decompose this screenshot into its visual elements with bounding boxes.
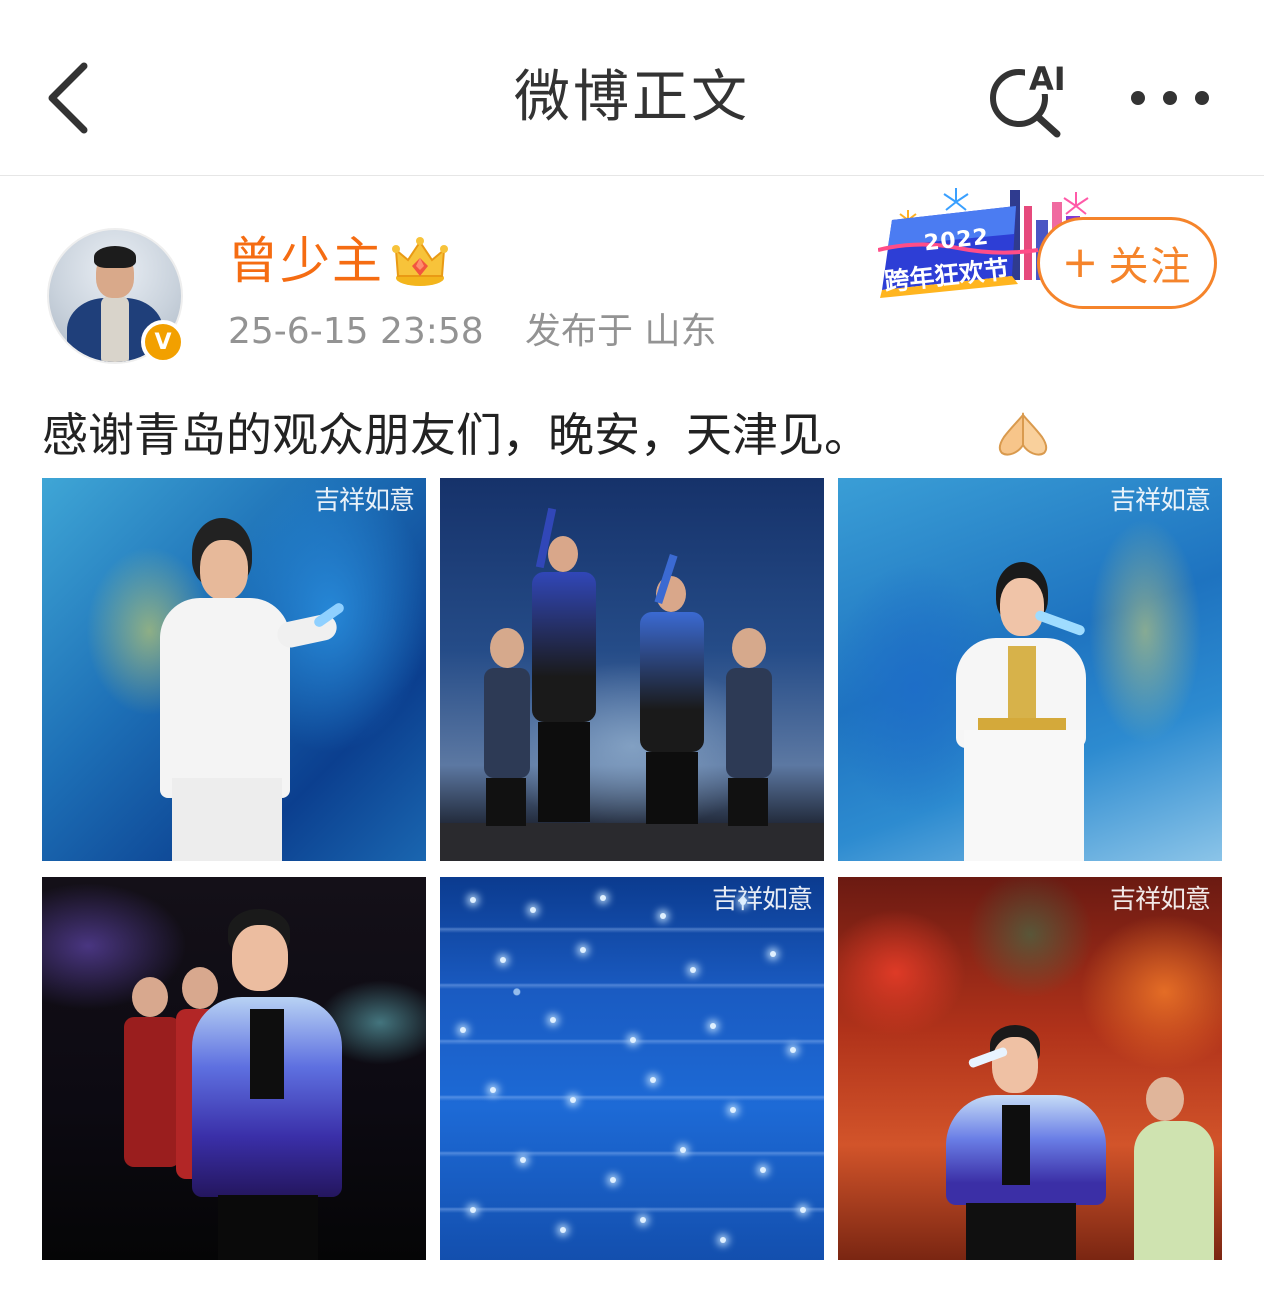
post-image-6[interactable]: 吉祥如意 <box>838 877 1222 1260</box>
post-image-4[interactable] <box>42 877 426 1260</box>
photo-watermark: 吉祥如意 <box>1109 486 1211 516</box>
post-location: 发布于 山东 <box>525 311 717 352</box>
post-image-1[interactable]: 吉祥如意 <box>42 478 426 861</box>
pray-hands-icon <box>998 412 1048 456</box>
post-image-5[interactable]: 吉祥如意 <box>440 877 824 1260</box>
verified-badge-icon: V <box>141 320 185 364</box>
lightstick-crowd <box>440 877 824 1260</box>
vip-crown-icon <box>392 237 448 286</box>
photo-watermark: 吉祥如意 <box>1109 885 1211 915</box>
post-image-2[interactable] <box>440 478 824 861</box>
ai-search-button[interactable]: AI <box>985 58 1075 138</box>
post-image-3[interactable]: 吉祥如意 <box>838 478 1222 861</box>
photo-watermark: 吉祥如意 <box>313 486 415 516</box>
follow-button[interactable]: + 关注 <box>1037 217 1217 309</box>
more-options-button[interactable] <box>1125 80 1215 116</box>
author-name[interactable]: 曾少主 <box>228 230 384 292</box>
follow-label: 关注 <box>1108 244 1193 290</box>
ai-search-icon: AI <box>990 60 1073 138</box>
top-nav-bar: 微博正文 AI <box>0 0 1264 176</box>
more-dots-icon <box>1131 91 1209 105</box>
post-text: 感谢青岛的观众朋友们，晚安，天津见。 <box>42 408 870 462</box>
author-avatar[interactable]: V <box>47 228 185 364</box>
post-time: 25-6-15 23:58 <box>228 311 484 352</box>
ai-label: AI <box>1029 60 1066 98</box>
plus-icon: + <box>1061 237 1099 288</box>
